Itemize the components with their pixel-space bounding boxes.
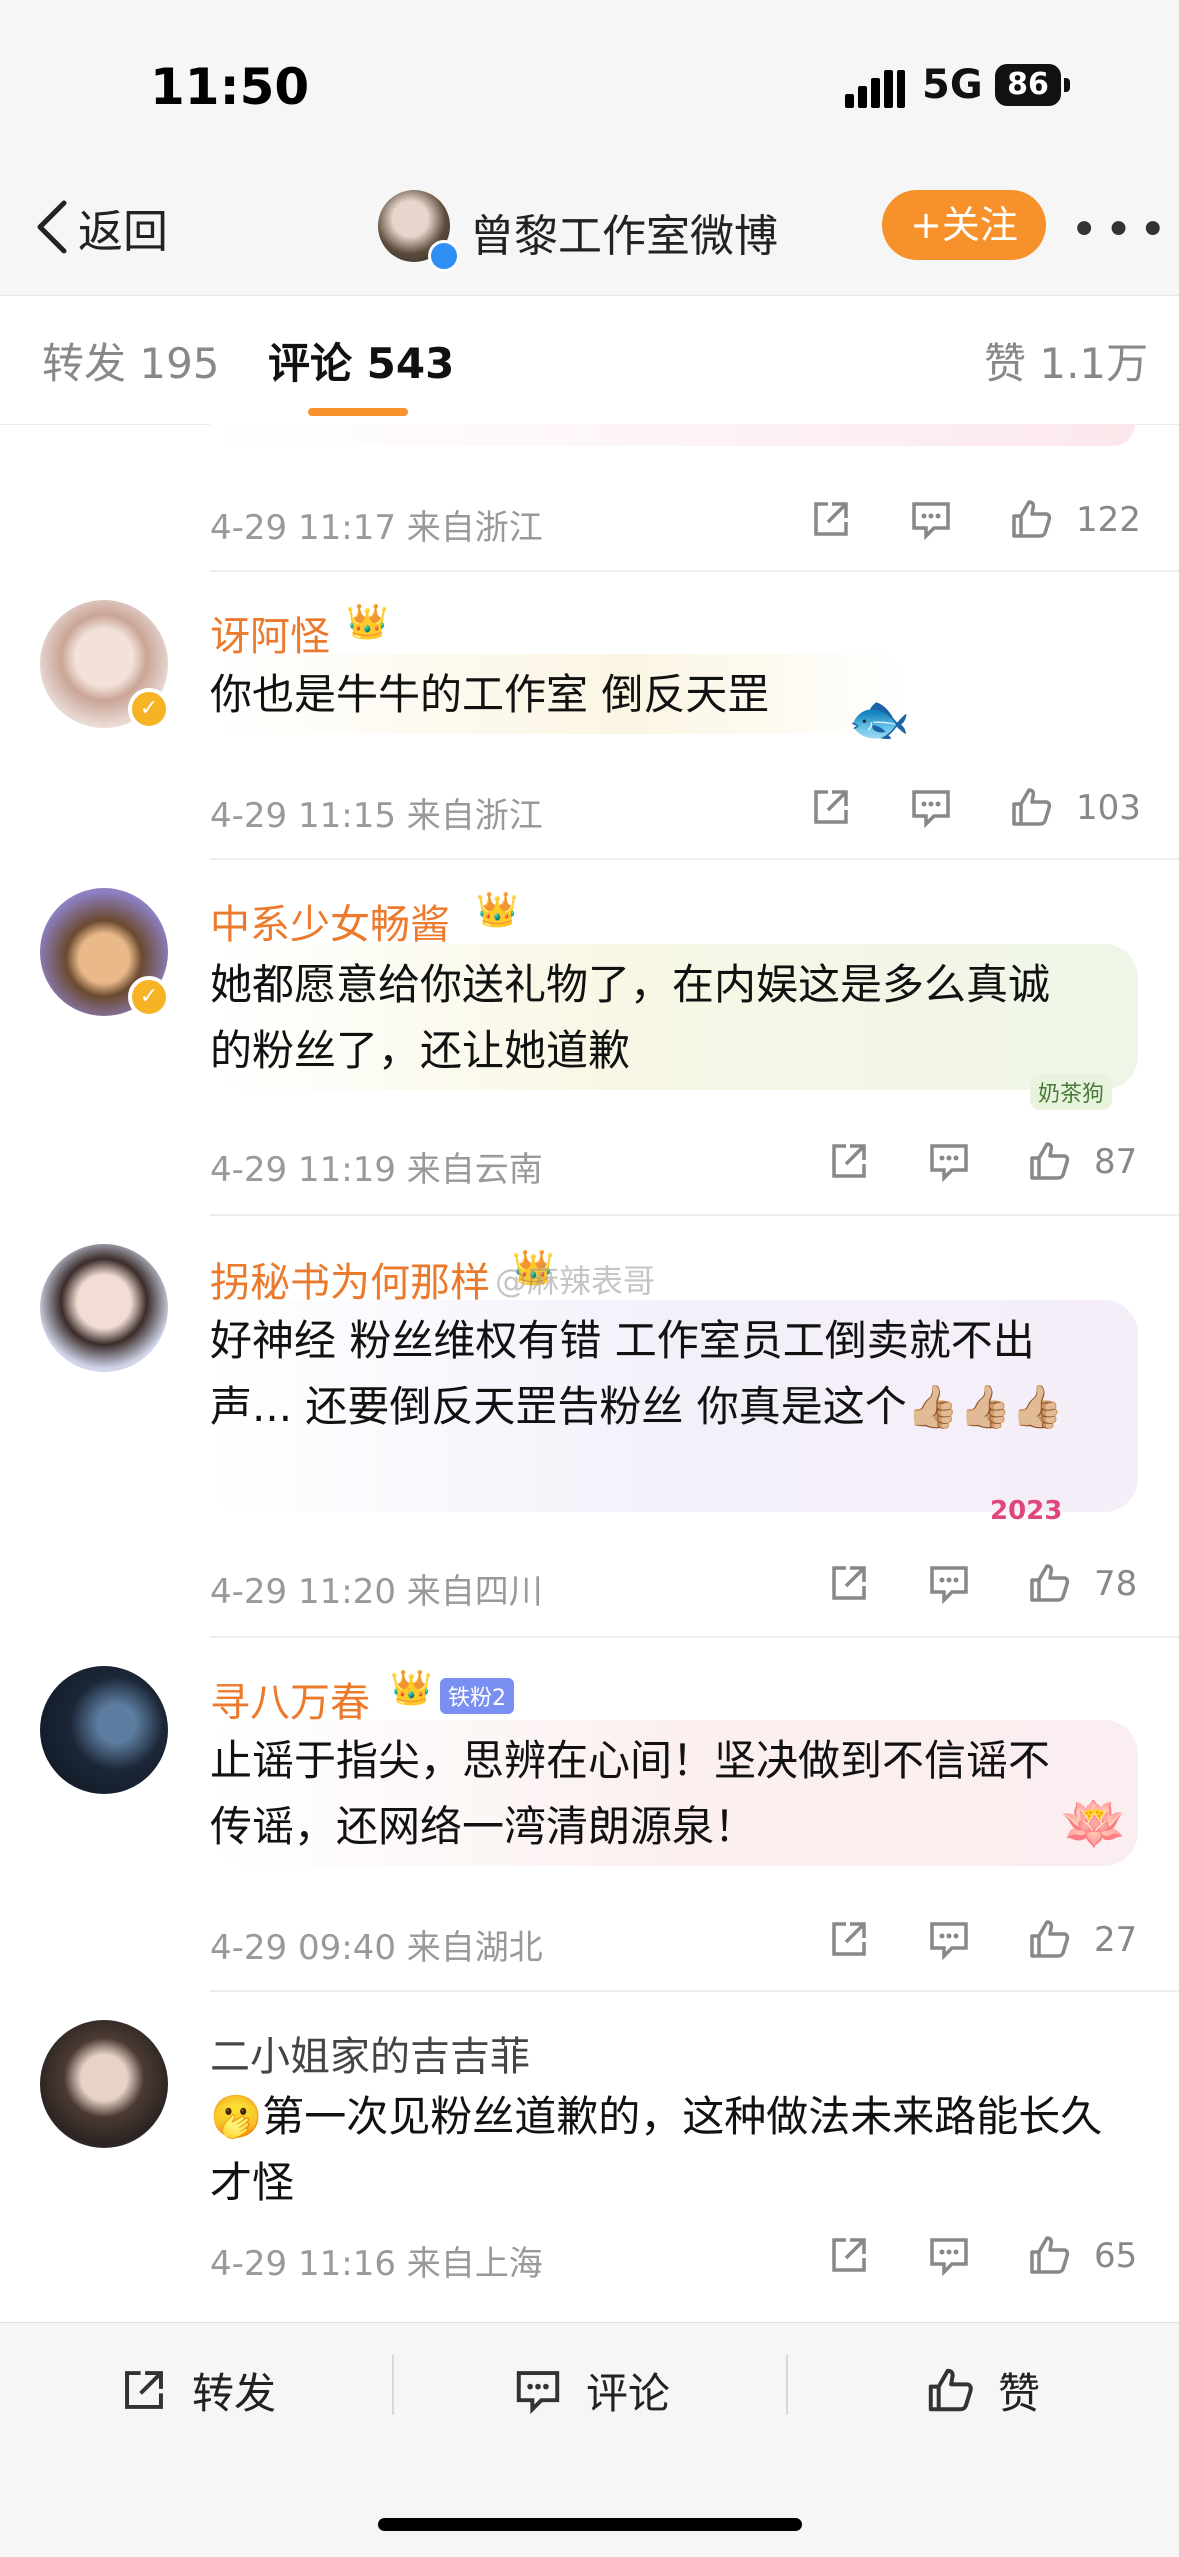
like-icon[interactable] — [1026, 1138, 1072, 1184]
comment-divider — [210, 1990, 1179, 1992]
fish-sticker-icon: 🐟 — [848, 690, 911, 748]
commenter-avatar[interactable] — [40, 1244, 168, 1372]
like-icon[interactable] — [1026, 1916, 1072, 1962]
account-name[interactable]: 曾黎工作室微博 — [470, 200, 778, 264]
comment-icon[interactable] — [926, 1916, 972, 1962]
like-label: 赞 — [998, 2368, 1041, 2418]
comment-text: 你也是牛牛的工作室 倒反天罡 — [210, 670, 770, 719]
comment-icon[interactable] — [926, 1560, 972, 1606]
share-icon[interactable] — [826, 2232, 872, 2278]
battery-icon: 86 — [995, 64, 1070, 106]
verified-badge-icon: ✓ — [128, 688, 170, 730]
share-icon — [125, 2371, 163, 2409]
like-icon[interactable] — [1026, 1560, 1072, 1606]
status-time: 11:50 — [150, 58, 310, 116]
share-icon[interactable] — [808, 496, 854, 542]
signal-icon — [845, 70, 905, 108]
comment-divider — [210, 858, 1179, 860]
comment-icon[interactable] — [926, 1138, 972, 1184]
crown-badge-icon: 👑 — [390, 1668, 433, 1708]
home-indicator — [378, 2518, 802, 2531]
comment-icon[interactable] — [908, 496, 954, 542]
tab-active-indicator — [308, 408, 408, 416]
like-icon[interactable] — [1008, 784, 1054, 830]
commenter-avatar[interactable] — [40, 1666, 168, 1794]
comment-text: 她都愿意给你送礼物了，在内娱这是多么真诚的粉丝了，还让她道歉 — [210, 960, 1051, 1075]
milk-tea-dog-sticker: 奶茶狗 — [1030, 1074, 1113, 1110]
crown-badge-icon: 👑 — [346, 602, 389, 642]
fan-level-badge: 铁粉2 — [440, 1678, 514, 1714]
comment-meta: 4-29 09:40 来自湖北 — [210, 1928, 543, 1968]
year-sticker: 2023 — [990, 1496, 1063, 1526]
commenter-name[interactable]: 二小姐家的吉吉菲 — [210, 2024, 530, 2082]
comment-text: 🫢第一次见粉丝道歉的，这种做法未来路能长久才怪 — [210, 2092, 1103, 2207]
commenter-avatar[interactable] — [40, 2020, 168, 2148]
comment-divider — [210, 1214, 1179, 1216]
share-icon[interactable] — [808, 784, 854, 830]
bottom-separator — [392, 2355, 394, 2415]
comment-icon — [516, 2371, 560, 2414]
comment-text: 好神经 粉丝维权有错 工作室员工倒卖就不出声... 还要倒反天罡告粉丝 你真是这… — [210, 1316, 1064, 1431]
lotus-sticker-icon: 🪷 — [1060, 1792, 1128, 1855]
like-count: 78 — [1094, 1564, 1138, 1604]
comment-meta: 4-29 11:19 来自云南 — [210, 1150, 543, 1190]
share-icon[interactable] — [826, 1916, 872, 1962]
network-label: 5G — [922, 62, 983, 108]
verified-badge-icon — [428, 240, 460, 272]
like-count: 103 — [1076, 788, 1141, 828]
comment-meta: 4-29 11:20 来自四川 — [210, 1572, 543, 1612]
comment-meta: 4-29 11:16 来自上海 — [210, 2244, 543, 2284]
follow-button[interactable]: +关注 — [882, 190, 1046, 260]
more-icon[interactable]: ••• — [1070, 202, 1173, 258]
bottom-separator — [786, 2355, 788, 2415]
comment-divider — [210, 1636, 1179, 1638]
comment-icon[interactable] — [908, 784, 954, 830]
like-count: 122 — [1076, 500, 1141, 540]
like-icon[interactable] — [1008, 496, 1054, 542]
like-count: 27 — [1094, 1920, 1138, 1960]
comment-meta: 4-29 11:17 来自浙江 — [210, 508, 543, 548]
chevron-left-icon — [37, 200, 67, 254]
crown-badge-icon: 👑 — [476, 890, 519, 930]
share-icon[interactable] — [826, 1138, 872, 1184]
back-label: 返回 — [78, 204, 169, 258]
comment-label: 评论 — [586, 2368, 671, 2418]
comment-icon[interactable] — [926, 2232, 972, 2278]
tab-likes[interactable]: 赞 1.1万 — [984, 330, 1148, 391]
comment-divider — [210, 570, 1179, 572]
repost-button[interactable]: 转发 — [118, 2360, 276, 2420]
tab-comments[interactable]: 评论 543 — [268, 330, 454, 391]
tab-reposts[interactable]: 转发 195 — [42, 330, 220, 391]
comment-text: 止谣于指尖，思辨在心间！坚决做到不信谣不传谣，还网络一湾清朗源泉！ — [210, 1736, 1051, 1851]
comment-button[interactable]: 评论 — [512, 2360, 670, 2420]
comment-bubble — [210, 424, 1135, 446]
share-icon[interactable] — [826, 1560, 872, 1606]
back-button[interactable]: 返回 — [32, 192, 168, 262]
like-icon[interactable] — [1026, 2232, 1072, 2278]
like-count: 65 — [1094, 2236, 1138, 2276]
watermark: @麻辣表哥 — [495, 1262, 656, 1300]
like-count: 87 — [1094, 1142, 1138, 1182]
like-icon — [928, 2368, 973, 2412]
repost-label: 转发 — [192, 2368, 277, 2418]
comment-meta: 4-29 11:15 来自浙江 — [210, 796, 543, 836]
verified-badge-icon: ✓ — [128, 976, 170, 1018]
like-button[interactable]: 赞 — [924, 2360, 1040, 2420]
battery-level: 86 — [995, 64, 1061, 106]
commenter-name[interactable]: 中系少女畅酱 — [210, 892, 450, 950]
